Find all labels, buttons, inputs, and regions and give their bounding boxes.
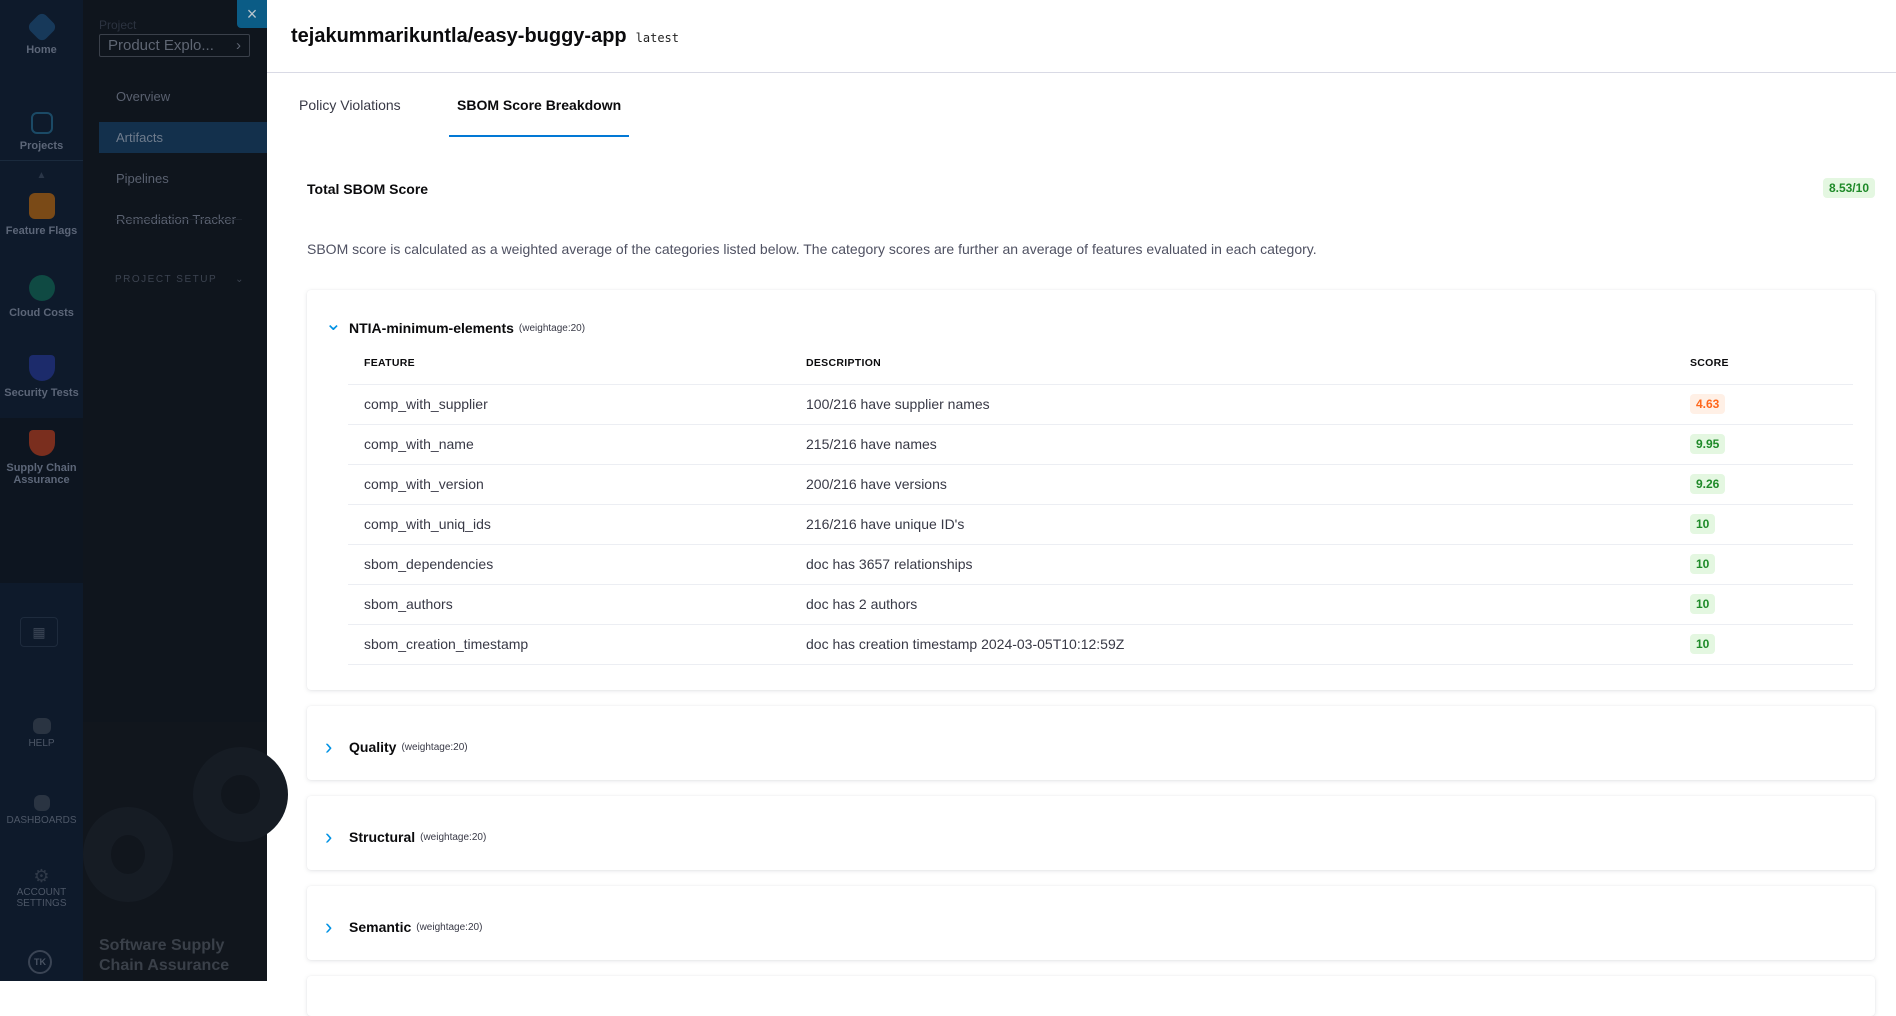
artifact-tag: latest <box>635 31 680 45</box>
table-row: comp_with_uniq_ids 216/216 have unique I… <box>348 504 1853 545</box>
nav-dashboards[interactable]: DASHBOARDS <box>0 795 83 826</box>
category-header[interactable]: › Semantic (weightage:20) <box>325 914 482 940</box>
score-badge: 10 <box>1690 554 1716 574</box>
score-cell: 9.95 <box>1690 424 1853 465</box>
nav-projects[interactable]: Projects <box>0 112 83 152</box>
score-badge: 9.26 <box>1690 474 1726 494</box>
score-badge: 10 <box>1690 594 1716 614</box>
feature-cell: comp_with_version <box>348 464 806 505</box>
table-row: sbom_dependencies doc has 3657 relations… <box>348 544 1853 585</box>
score-description: SBOM score is calculated as a weighted a… <box>307 241 1317 257</box>
feature-cell: sbom_creation_timestamp <box>348 624 806 665</box>
nav-home[interactable]: Home <box>0 11 83 56</box>
feature-cell: comp_with_name <box>348 424 806 465</box>
description-cell: 100/216 have supplier names <box>806 384 1690 425</box>
dashboards-icon <box>33 795 50 811</box>
active-tab-indicator <box>449 135 629 137</box>
module-title: Software Supply Chain Assurance <box>99 937 230 974</box>
score-cell: 10 <box>1690 624 1853 665</box>
help-icon <box>32 718 51 734</box>
category-card-structural: › Structural (weightage:20) <box>307 796 1875 870</box>
column-header-score: SCORE <box>1690 342 1853 385</box>
feature-cell: sbom_dependencies <box>348 544 806 585</box>
category-header[interactable]: › Quality (weightage:20) <box>325 734 468 760</box>
nav-help[interactable]: HELP <box>0 718 83 749</box>
total-score-label: Total SBOM Score <box>307 181 429 197</box>
description-cell: 200/216 have versions <box>806 464 1690 505</box>
subnav-overview[interactable]: Overview <box>99 81 267 112</box>
description-cell: doc has creation timestamp 2024-03-05T10… <box>806 624 1690 665</box>
chevron-right-icon: › <box>236 37 241 54</box>
description-cell: 216/216 have unique ID's <box>806 504 1690 545</box>
score-cell: 10 <box>1690 584 1853 625</box>
category-header[interactable]: ⌄ NTIA-minimum-elements (weightage:20) <box>325 313 585 337</box>
supply-chain-icon <box>28 430 55 456</box>
projects-icon <box>30 112 53 134</box>
nav-supply-chain[interactable]: Supply Chain Assurance <box>0 430 83 486</box>
chevron-down-icon: ⌄ <box>235 274 245 285</box>
table-row: comp_with_name 215/216 have names 9.95 <box>348 424 1853 465</box>
feature-cell: sbom_authors <box>348 584 806 625</box>
total-score-badge: 8.53/10 <box>1822 178 1875 198</box>
nav-security-tests[interactable]: Security Tests <box>0 355 83 399</box>
description-cell: doc has 3657 relationships <box>806 544 1690 585</box>
chevron-right-icon: › <box>325 824 333 849</box>
category-header[interactable]: › Structural (weightage:20) <box>325 824 486 850</box>
home-icon <box>25 11 58 43</box>
category-card-semantic: › Semantic (weightage:20) <box>307 886 1875 960</box>
feature-cell: comp_with_uniq_ids <box>348 504 806 545</box>
project-setup-section[interactable]: PROJECT SETUP ⌄ <box>115 274 245 285</box>
project-nav: Project Product Explo... › Overview Artif… <box>83 0 288 981</box>
score-badge: 10 <box>1690 514 1716 534</box>
sbom-drawer: tejakummarikuntla/easy-buggy-app latest … <box>267 0 1896 1016</box>
security-tests-icon <box>28 355 55 381</box>
scroll-up-icon[interactable]: ▲ <box>0 160 83 190</box>
description-cell: doc has 2 authors <box>806 584 1690 625</box>
tab-policy-violations[interactable]: Policy Violations <box>299 97 401 113</box>
avatar[interactable]: TK <box>28 950 52 974</box>
score-badge: 9.95 <box>1690 434 1726 454</box>
table-row: sbom_authors doc has 2 authors 10 <box>348 584 1853 625</box>
table-row: comp_with_supplier 100/216 have supplier… <box>348 384 1853 425</box>
drawer-header: tejakummarikuntla/easy-buggy-app latest <box>267 0 1896 73</box>
all-modules-grid-icon[interactable]: ▦ <box>20 617 58 647</box>
project-selector[interactable]: Product Explo... › <box>99 34 250 57</box>
category-card-next <box>307 976 1875 1016</box>
nav-account-settings[interactable]: ⚙ ACCOUNT SETTINGS <box>0 866 83 909</box>
column-header-description: DESCRIPTION <box>806 342 1690 385</box>
nav-feature-flags[interactable]: Feature Flags <box>0 193 83 237</box>
score-badge: 10 <box>1690 634 1716 654</box>
tab-sbom-score-breakdown[interactable]: SBOM Score Breakdown <box>457 97 621 113</box>
project-label: Project <box>99 18 137 32</box>
category-card-quality: › Quality (weightage:20) <box>307 706 1875 780</box>
score-cell: 10 <box>1690 504 1853 545</box>
chevron-down-icon: ⌄ <box>325 312 342 335</box>
subnav-pipelines[interactable]: Pipelines <box>99 163 267 194</box>
chevron-right-icon: › <box>325 734 333 759</box>
table-row: comp_with_version 200/216 have versions … <box>348 464 1853 505</box>
category-card-ntia: ⌄ NTIA-minimum-elements (weightage:20) F… <box>307 290 1875 690</box>
cloud-costs-icon <box>28 275 55 301</box>
gear-icon: ⚙ <box>33 866 50 886</box>
table-row: sbom_creation_timestamp doc has creation… <box>348 624 1853 665</box>
score-cell: 10 <box>1690 544 1853 585</box>
close-drawer-button[interactable]: × <box>237 0 267 28</box>
column-header-feature: FEATURE <box>348 342 806 385</box>
description-cell: 215/216 have names <box>806 424 1690 465</box>
feature-cell: comp_with_supplier <box>348 384 806 425</box>
score-cell: 4.63 <box>1690 384 1853 425</box>
artifact-title: tejakummarikuntla/easy-buggy-app <box>291 24 627 47</box>
score-cell: 9.26 <box>1690 464 1853 505</box>
global-nav: Home Projects ▲ Feature Flags Cloud Cost… <box>0 0 83 981</box>
feature-flags-icon <box>28 193 55 219</box>
subnav-artifacts[interactable]: Artifacts <box>99 122 267 153</box>
score-badge: 4.63 <box>1690 394 1726 414</box>
features-table: FEATURE DESCRIPTION SCORE comp_with_supp… <box>348 342 1853 665</box>
nav-cloud-costs[interactable]: Cloud Costs <box>0 275 83 319</box>
chevron-right-icon: › <box>325 914 333 939</box>
